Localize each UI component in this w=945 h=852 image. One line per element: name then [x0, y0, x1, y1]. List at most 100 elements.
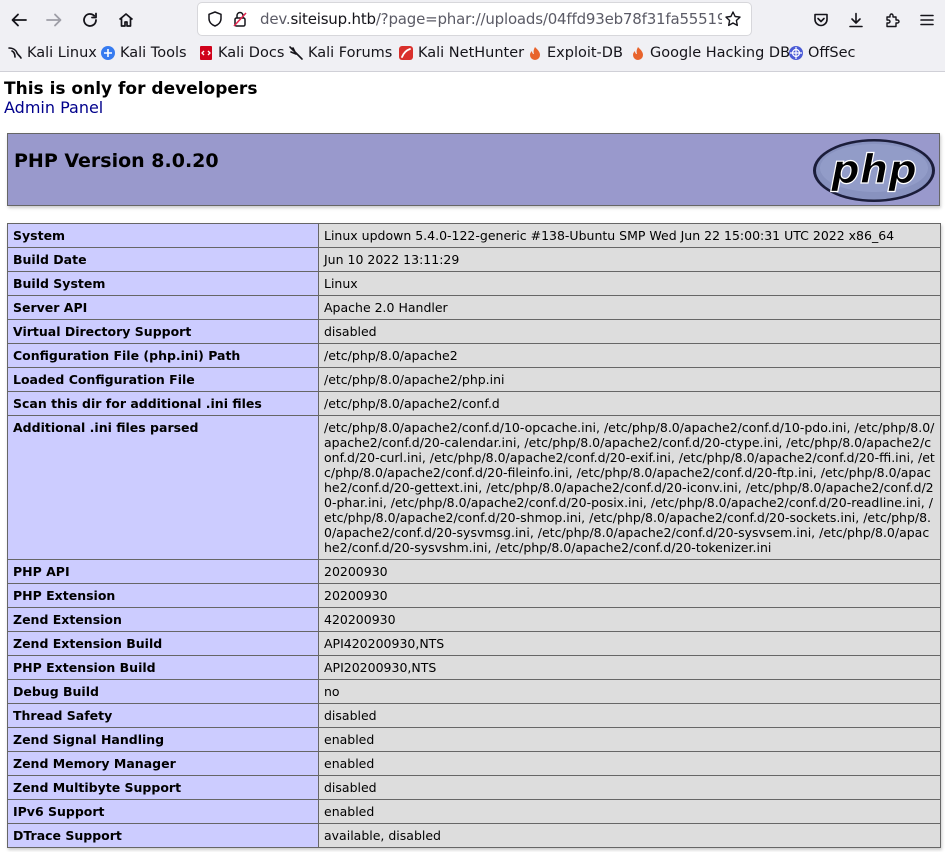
table-row: Server API Apache 2.0 Handler [7, 295, 941, 320]
home-icon [118, 13, 134, 27]
row-key: Zend Signal Handling [7, 727, 319, 752]
row-value: /etc/php/8.0/apache2/conf.d/10-opcache.i… [318, 415, 941, 560]
bookmark-offsec[interactable]: OffSec [788, 45, 856, 61]
table-row: Zend Multibyte Support disabled [7, 775, 941, 800]
table-row: DTrace Support available, disabled [7, 823, 941, 848]
bookmark-exploit-db[interactable]: Exploit-DB [527, 45, 623, 61]
url-text[interactable]: dev.siteisup.htb/?page=phar://uploads/04… [260, 10, 722, 28]
table-row: PHP API 20200930 [7, 559, 941, 584]
table-row: PHP Extension 20200930 [7, 583, 941, 608]
row-value: Jun 10 2022 13:11:29 [318, 247, 941, 272]
menu-button[interactable] [911, 4, 943, 36]
table-row: Additional .ini files parsed/etc/php/8.0… [7, 415, 941, 560]
browser-toolbar: dev.siteisup.htb/?page=phar://uploads/04… [0, 0, 945, 39]
bookmark-label: Kali Docs [218, 45, 285, 61]
bookmark-kali-nethunter[interactable]: Kali NetHunter [398, 45, 524, 61]
row-value: /etc/php/8.0/apache2/conf.d [318, 391, 941, 416]
row-key: Thread Safety [7, 703, 319, 728]
php-logo: php [813, 139, 935, 202]
bookmarks-toolbar: Kali Linux Kali Tools Kali Docs Kali For… [0, 39, 945, 72]
pocket-icon [814, 13, 828, 27]
kali-forums-icon [289, 46, 303, 60]
home-button[interactable] [110, 4, 142, 36]
row-key: Configuration File (php.ini) Path [7, 343, 319, 368]
arrow-right-icon [46, 13, 62, 27]
table-row: Zend Signal Handling enabled [7, 727, 941, 752]
bookmark-star-icon[interactable] [724, 10, 742, 28]
row-key: System [7, 223, 319, 248]
row-key: Zend Extension Build [7, 631, 319, 656]
downloads-button[interactable] [840, 4, 872, 36]
table-row: Configuration File (php.ini) Path/etc/ph… [7, 343, 941, 368]
row-value: API420200930,NTS [318, 631, 941, 656]
table-row: System Linux updown 5.4.0-122-generic #13… [7, 223, 941, 248]
row-key: PHP API [7, 559, 319, 584]
row-value: API20200930,NTS [318, 655, 941, 680]
row-value: /etc/php/8.0/apache2/php.ini [318, 367, 941, 392]
php-logo-text: php [830, 147, 917, 193]
bookmark-label: Kali Tools [120, 45, 187, 61]
extensions-button[interactable] [877, 4, 909, 36]
table-row: Build System Linux [7, 271, 941, 296]
table-row: Loaded Configuration File/etc/php/8.0/ap… [7, 367, 941, 392]
row-value: enabled [318, 799, 941, 824]
row-key: DTrace Support [7, 823, 319, 848]
shield-icon[interactable] [206, 10, 224, 28]
row-key: PHP Extension [7, 583, 319, 608]
row-value: 420200930 [318, 607, 941, 632]
row-value: disabled [318, 775, 941, 800]
bookmark-google-hacking-db[interactable]: Google Hacking DB [630, 45, 790, 61]
admin-panel-link[interactable]: Admin Panel [4, 98, 103, 117]
url-host: siteisup.htb [290, 10, 376, 28]
table-row: Zend Memory Manager enabled [7, 751, 941, 776]
bookmark-label: Kali Linux [27, 45, 97, 61]
php-version-title: PHP Version 8.0.20 [14, 150, 219, 172]
table-row: Build Date Jun 10 2022 13:11:29 [7, 247, 941, 272]
row-value: disabled [318, 703, 941, 728]
bookmark-kali-docs[interactable]: Kali Docs [198, 45, 284, 61]
forward-button[interactable] [38, 4, 70, 36]
row-value: 20200930 [318, 583, 941, 608]
insecure-lock-icon[interactable] [231, 10, 249, 28]
row-key: Virtual Directory Support [7, 319, 319, 344]
bookmark-label: Kali Forums [308, 45, 393, 61]
address-bar[interactable]: dev.siteisup.htb/?page=phar://uploads/04… [198, 3, 751, 35]
php-version-header: PHP Version 8.0.20 php [7, 133, 940, 206]
row-value: /etc/php/8.0/apache2 [318, 343, 941, 368]
table-row: Virtual Directory Support disabled [7, 319, 941, 344]
download-icon [849, 12, 863, 28]
exploit-db-icon [530, 47, 540, 60]
ghdb-icon [633, 47, 643, 60]
page-heading: This is only for developers [4, 79, 258, 99]
reload-button[interactable] [74, 4, 106, 36]
row-key: IPv6 Support [7, 799, 319, 824]
bookmark-kali-forums[interactable]: Kali Forums [288, 45, 392, 61]
url-prefix: dev. [260, 10, 291, 28]
bookmark-label: OffSec [808, 45, 856, 61]
table-row: Debug Build no [7, 679, 941, 704]
table-row: IPv6 Support enabled [7, 799, 941, 824]
bookmark-kali-linux[interactable]: Kali Linux [7, 45, 97, 61]
reload-icon [83, 12, 97, 27]
row-key: Zend Multibyte Support [7, 775, 319, 800]
kali-docs-icon [200, 46, 212, 60]
bookmark-kali-tools[interactable]: Kali Tools [100, 45, 187, 61]
row-key: Server API [7, 295, 319, 320]
row-key: Additional .ini files parsed [7, 415, 319, 560]
row-value: enabled [318, 751, 941, 776]
page-content: This is only for developers Admin Panel … [0, 72, 945, 852]
offsec-icon [789, 46, 803, 60]
row-key: Zend Memory Manager [7, 751, 319, 776]
kali-dragon-icon [8, 47, 22, 59]
row-key: Zend Extension [7, 607, 319, 632]
back-button[interactable] [3, 4, 35, 36]
pocket-button[interactable] [805, 4, 837, 36]
row-value: enabled [318, 727, 941, 752]
bookmark-label: Exploit-DB [547, 45, 623, 61]
hamburger-menu-icon [920, 14, 934, 26]
row-key: PHP Extension Build [7, 655, 319, 680]
table-row: PHP Extension Build API20200930,NTS [7, 655, 941, 680]
row-key: Build System [7, 271, 319, 296]
bookmark-label: Kali NetHunter [418, 45, 525, 61]
row-value: Linux [318, 271, 941, 296]
